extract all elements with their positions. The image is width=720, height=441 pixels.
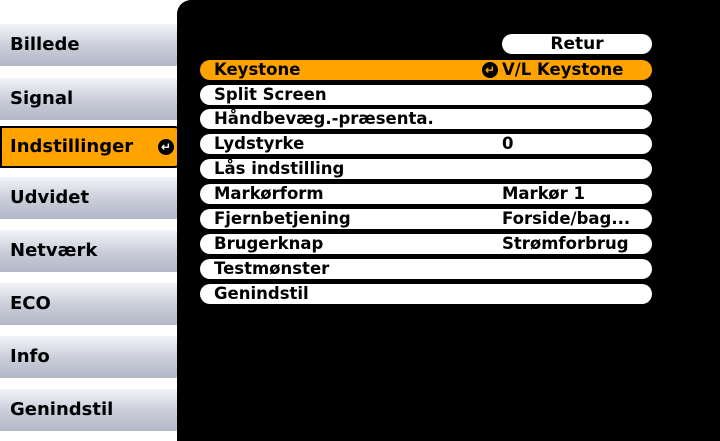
return-button[interactable]: Retur <box>502 34 652 54</box>
tab-info[interactable]: Info <box>0 336 184 378</box>
menu-item-label: Brugerknap <box>214 234 324 253</box>
menu-item-testmoenster[interactable]: Testmønster <box>200 259 652 279</box>
tab-label: Udvidet <box>10 187 90 208</box>
tab-genindstil[interactable]: Genindstil <box>0 389 184 431</box>
menu-item-label: Genindstil <box>214 284 309 303</box>
tab-label: Genindstil <box>10 399 114 420</box>
menu-item-value: Forside/bag... <box>502 209 631 228</box>
menu-item-label: Testmønster <box>214 259 330 278</box>
menu-item-value: Strømforbrug <box>502 234 629 253</box>
menu-item-value: 0 <box>502 134 514 153</box>
enter-icon: ↵ <box>158 139 174 155</box>
menu-item-haandbevaeg-praesenta[interactable]: Håndbevæg.-præsenta. <box>200 109 652 129</box>
menu-item-laas-indstilling[interactable]: Lås indstilling <box>200 159 652 179</box>
menu-item-value: V/L Keystone <box>502 60 624 79</box>
menu-item-split-screen[interactable]: Split Screen <box>200 85 652 105</box>
tab-label: Billede <box>10 34 80 55</box>
tab-billede[interactable]: Billede <box>0 24 184 66</box>
tab-label: Signal <box>10 88 74 109</box>
menu-item-value: Markør 1 <box>502 184 585 203</box>
tab-label: Info <box>10 346 50 367</box>
menu-item-keystone[interactable]: Keystone ↵ V/L Keystone <box>200 60 652 80</box>
menu-item-label: Split Screen <box>214 85 327 104</box>
menu-item-markoerform[interactable]: Markørform Markør 1 <box>200 184 652 204</box>
enter-icon: ↵ <box>482 62 498 78</box>
tab-label: Indstillinger <box>10 136 134 157</box>
menu-item-label: Fjernbetjening <box>214 209 351 228</box>
menu-item-label: Håndbevæg.-præsenta. <box>214 109 434 128</box>
menu-item-fjernbetjening[interactable]: Fjernbetjening Forside/bag... <box>200 209 652 229</box>
menu-item-label: Lydstyrke <box>214 134 305 153</box>
menu-item-lydstyrke[interactable]: Lydstyrke 0 <box>200 134 652 154</box>
menu-item-brugerknap[interactable]: Brugerknap Strømforbrug <box>200 234 652 254</box>
tab-signal[interactable]: Signal <box>0 78 184 120</box>
menu-item-label: Lås indstilling <box>214 159 345 178</box>
menu-item-label: Keystone <box>214 60 301 79</box>
tab-indstillinger[interactable]: Indstillinger ↵ <box>0 126 184 168</box>
menu-item-genindstil[interactable]: Genindstil <box>200 284 652 304</box>
tab-label: ECO <box>10 293 51 314</box>
tab-netvaerk[interactable]: Netværk <box>0 230 184 272</box>
tab-eco[interactable]: ECO <box>0 283 184 325</box>
tab-udvidet[interactable]: Udvidet <box>0 177 184 219</box>
menu-item-label: Markørform <box>214 184 324 203</box>
tab-label: Netværk <box>10 240 98 261</box>
